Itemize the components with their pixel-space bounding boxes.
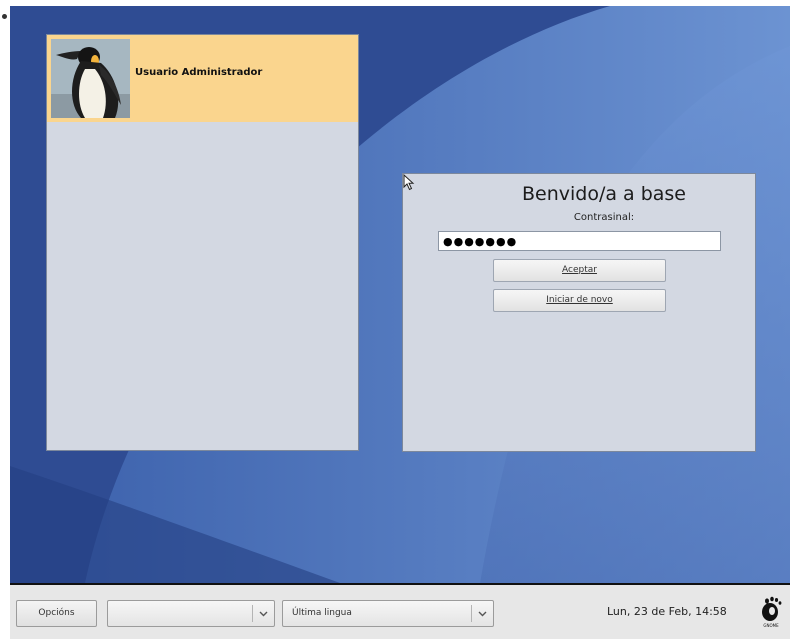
dropdown-separator bbox=[471, 605, 472, 622]
penguin-avatar bbox=[51, 39, 130, 118]
bottom-panel: Opcións Última lingua Lun, 23 de Feb, 14… bbox=[10, 583, 790, 639]
language-dropdown[interactable]: Última lingua bbox=[282, 600, 494, 627]
login-panel: Benvido/a a base Contrasinal: Aceptar In… bbox=[402, 173, 756, 452]
mouse-pointer-icon bbox=[403, 174, 415, 191]
clock-label: Lun, 23 de Feb, 14:58 bbox=[607, 605, 727, 618]
password-label: Contrasinal: bbox=[573, 212, 635, 223]
accept-button[interactable]: Aceptar bbox=[493, 259, 666, 282]
password-field[interactable] bbox=[438, 231, 721, 251]
logo-caption: GNOME bbox=[763, 623, 779, 628]
user-list-item[interactable]: Usuario Administrador bbox=[47, 35, 358, 122]
options-button[interactable]: Opcións bbox=[16, 600, 97, 627]
chevron-down-icon bbox=[259, 611, 268, 617]
login-screen-background: Usuario Administrador Benvido/a a base C… bbox=[10, 6, 790, 583]
dropdown-separator bbox=[252, 605, 253, 622]
user-list-panel: Usuario Administrador bbox=[46, 34, 359, 451]
gnome-foot-icon: GNOME bbox=[762, 596, 782, 628]
chevron-down-icon bbox=[478, 611, 487, 617]
list-bullet bbox=[2, 14, 7, 19]
language-dropdown-value: Última lingua bbox=[292, 608, 352, 618]
user-name-label: Usuario Administrador bbox=[135, 67, 263, 78]
restart-button-label: Iniciar de novo bbox=[546, 295, 613, 305]
accept-button-label: Aceptar bbox=[562, 265, 597, 275]
session-dropdown[interactable] bbox=[107, 600, 275, 627]
welcome-title: Benvido/a a base bbox=[521, 183, 687, 205]
restart-button[interactable]: Iniciar de novo bbox=[493, 289, 666, 312]
options-button-label: Opcións bbox=[38, 608, 75, 618]
